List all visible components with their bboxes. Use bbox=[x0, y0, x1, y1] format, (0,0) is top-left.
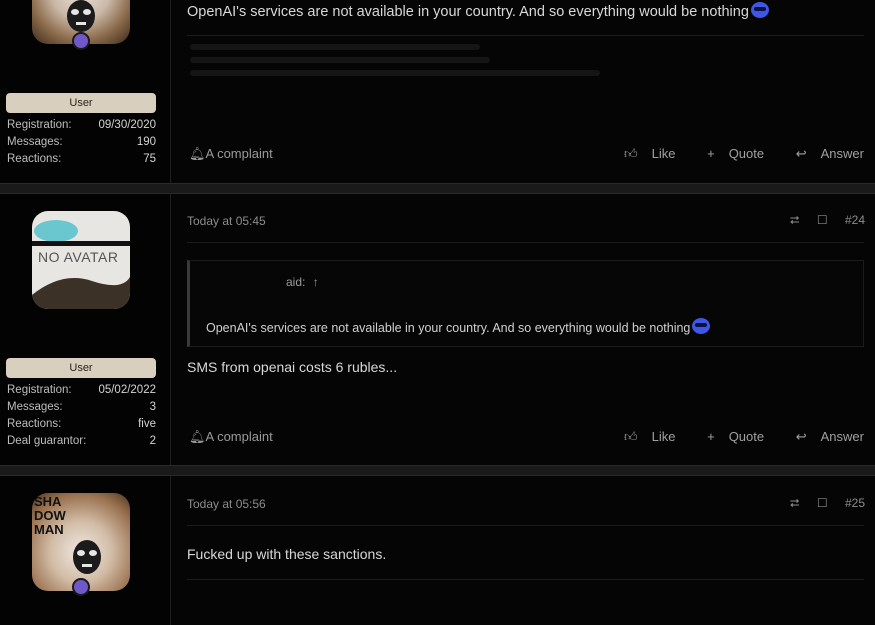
post-1: User Registration: 09/30/2020 Messages: … bbox=[0, 0, 875, 183]
online-status-icon bbox=[72, 578, 90, 596]
post-body: Fucked up with these sanctions. bbox=[187, 546, 387, 562]
avatar[interactable]: SHA DOW MAN bbox=[32, 493, 130, 591]
quote-header[interactable]: aid: ↑ bbox=[286, 275, 319, 289]
like-button[interactable]: 👍︎ Like bbox=[610, 429, 675, 444]
signature-blur bbox=[190, 44, 480, 50]
no-avatar-text: NO AVATAR bbox=[38, 249, 119, 265]
reply-icon: ↩ bbox=[795, 429, 807, 444]
post-actions: 👍︎ Like + Quote ↩ Answer bbox=[596, 146, 864, 162]
answer-button[interactable]: ↩ Answer bbox=[782, 429, 864, 444]
share-icon[interactable]: ⮂︎ bbox=[790, 496, 800, 510]
thumbs-up-icon: 👍︎ bbox=[624, 429, 638, 444]
post-body: SMS from openai costs 6 rubles... bbox=[187, 359, 398, 375]
thumbs-up-icon: 👍︎ bbox=[624, 146, 638, 161]
post-tools: ⮂︎ ☐ #25 bbox=[776, 496, 865, 511]
bookmark-icon[interactable]: ☐ bbox=[817, 496, 828, 510]
post-3: SHA DOW MAN Today at 05:56 ⮂︎ ☐ #25 Fuck… bbox=[0, 476, 875, 625]
post-actions: 👍︎ Like + Quote ↩ Answer bbox=[596, 429, 864, 445]
post-date[interactable]: Today at 05:56 bbox=[187, 497, 266, 511]
post-tools: ⮂︎ ☐ #24 bbox=[776, 213, 865, 228]
reply-icon: ↩ bbox=[795, 146, 807, 161]
quote-button[interactable]: + Quote bbox=[693, 429, 764, 444]
sunglasses-emoji-icon bbox=[750, 2, 769, 18]
quote-text: OpenAI's services are not available in y… bbox=[206, 318, 711, 335]
plus-icon: + bbox=[707, 429, 715, 444]
arrow-up-circle-icon: ↑ bbox=[312, 275, 319, 289]
sunglasses-emoji-icon bbox=[692, 318, 711, 334]
bell-icon: 🔔︎ bbox=[189, 429, 206, 444]
complaint-link[interactable]: 🔔︎A complaint bbox=[189, 146, 273, 162]
complaint-link[interactable]: 🔔︎A complaint bbox=[189, 429, 273, 445]
post-3-author-sidebar: SHA DOW MAN bbox=[0, 476, 171, 625]
bookmark-icon[interactable]: ☐ bbox=[817, 213, 828, 227]
avatar-text: SHA DOW MAN bbox=[34, 494, 66, 537]
post-separator bbox=[0, 183, 875, 194]
online-status-icon bbox=[72, 32, 90, 50]
signature-blur bbox=[190, 57, 490, 63]
divider bbox=[187, 579, 864, 580]
share-icon[interactable]: ⮂︎ bbox=[790, 213, 800, 227]
avatar[interactable]: NO AVATAR bbox=[32, 211, 130, 309]
post-date[interactable]: Today at 05:45 bbox=[187, 214, 266, 228]
plus-icon: + bbox=[707, 146, 715, 161]
post-2-author-sidebar: NO AVATAR User Registration: 05/02/2022 … bbox=[0, 194, 171, 465]
quote-block: aid: ↑ OpenAI's services are not availab… bbox=[187, 260, 864, 347]
post-body: OpenAI's services are not available in y… bbox=[187, 2, 769, 20]
signature-blur bbox=[190, 70, 600, 76]
divider bbox=[187, 35, 864, 36]
quote-button[interactable]: + Quote bbox=[693, 146, 764, 161]
answer-button[interactable]: ↩ Answer bbox=[782, 146, 864, 161]
user-role-badge: User bbox=[6, 358, 156, 378]
divider bbox=[187, 525, 864, 526]
post-number[interactable]: #25 bbox=[845, 496, 865, 510]
post-2: NO AVATAR User Registration: 05/02/2022 … bbox=[0, 194, 875, 465]
like-button[interactable]: 👍︎ Like bbox=[610, 146, 675, 161]
post-separator bbox=[0, 465, 875, 476]
post-1-author-sidebar: User Registration: 09/30/2020 Messages: … bbox=[0, 0, 171, 183]
user-role-badge: User bbox=[6, 93, 156, 113]
post-number[interactable]: #24 bbox=[845, 213, 865, 227]
divider bbox=[187, 242, 864, 243]
bell-icon: 🔔︎ bbox=[189, 146, 206, 161]
